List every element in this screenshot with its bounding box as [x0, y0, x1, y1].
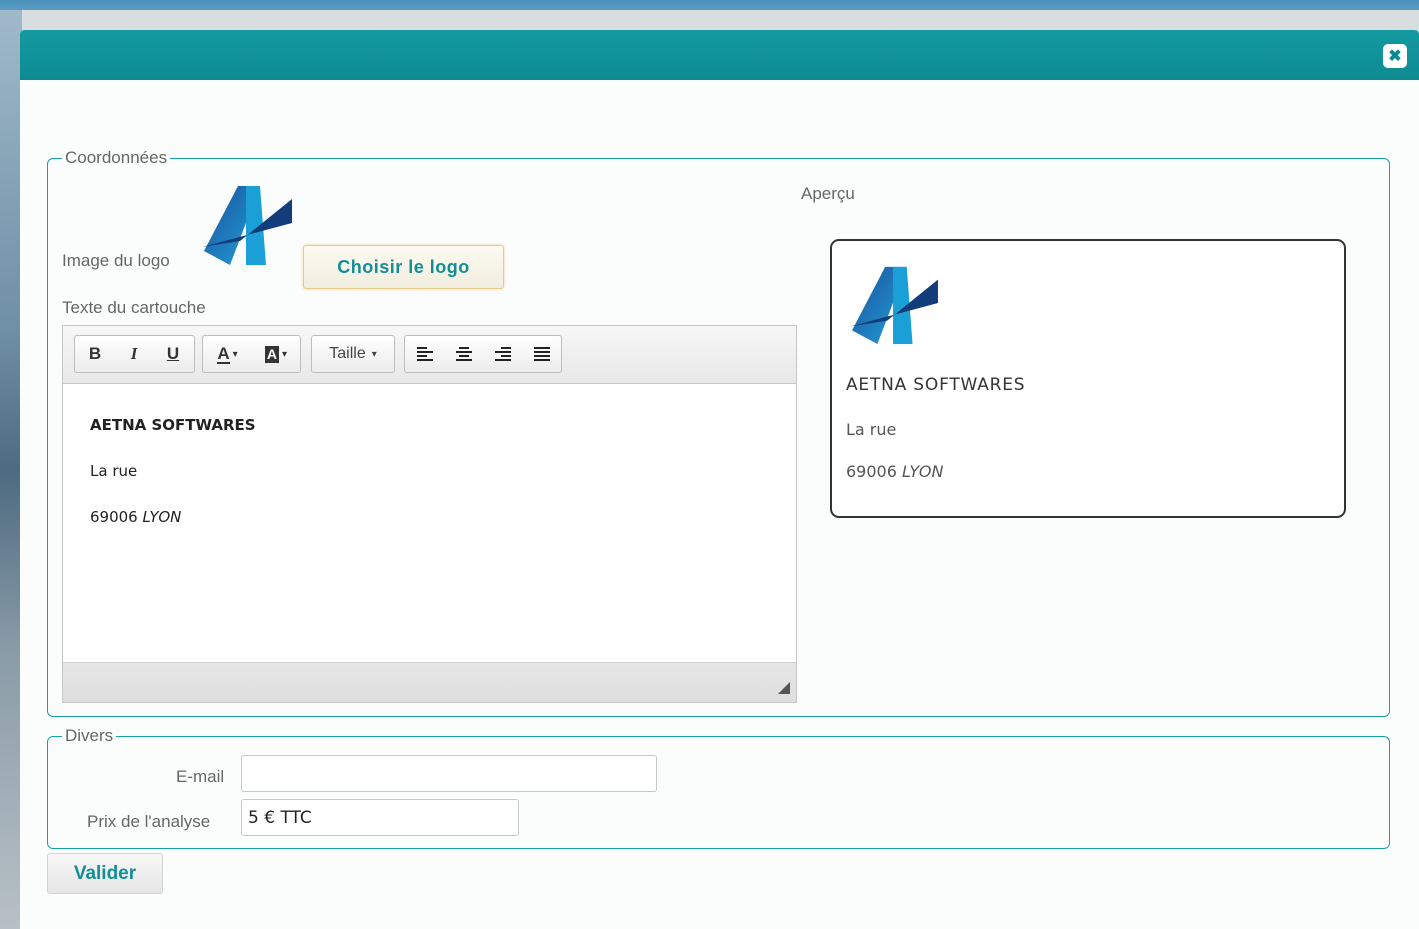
rich-text-editor: B I U A ▾ A ▾ Taille ▾ AETNA SOFTWARES L…: [62, 325, 797, 703]
format-group: B I U: [74, 335, 195, 373]
font-color-button[interactable]: A ▾: [203, 336, 252, 372]
align-justify-icon[interactable]: [522, 336, 561, 372]
background-strip: [0, 10, 22, 929]
bg-color-button[interactable]: A ▾: [252, 336, 300, 372]
email-label: E-mail: [176, 767, 225, 786]
close-icon[interactable]: ✖: [1383, 44, 1407, 68]
size-group: Taille ▾: [311, 335, 395, 373]
preview-company: AETNA SOFTWARES: [846, 375, 1026, 395]
apercu-label: Aperçu: [801, 184, 855, 203]
logo-label: Image du logo: [62, 251, 170, 270]
preview-address: 69006 LYON: [846, 462, 943, 481]
preview-postcode: 69006: [846, 462, 897, 481]
preview-card: AETNA SOFTWARES La rue 69006 LYON: [830, 239, 1346, 518]
preview-city: LYON: [902, 462, 944, 481]
chevron-down-icon: ▾: [232, 348, 238, 360]
editor-city: LYON: [142, 508, 182, 526]
modal-dialog: ✖ Coordonnées Image du logo Choisir le l…: [20, 30, 1419, 929]
font-size-label: Taille: [329, 345, 366, 362]
align-center-icon[interactable]: [444, 336, 483, 372]
cartouche-label: Texte du cartouche: [62, 298, 206, 317]
editor-company: AETNA SOFTWARES: [90, 416, 256, 434]
email-field[interactable]: [241, 755, 657, 792]
aetna-logo-icon: [202, 186, 292, 265]
bg-color-icon: A: [264, 345, 280, 363]
editor-postcode: 69006: [90, 508, 138, 526]
chevron-down-icon: ▾: [371, 348, 377, 360]
divers-legend: Divers: [62, 726, 117, 746]
font-color-icon: A: [217, 343, 230, 364]
preview-street: La rue: [846, 420, 897, 439]
price-field[interactable]: [241, 799, 519, 836]
italic-button[interactable]: I: [115, 336, 153, 372]
editor-content-area[interactable]: AETNA SOFTWARES La rue 69006 LYON: [63, 384, 796, 662]
font-size-dropdown[interactable]: Taille ▾: [312, 336, 394, 372]
editor-address: 69006 LYON: [90, 506, 769, 528]
coordonnees-legend: Coordonnées: [62, 148, 171, 168]
chevron-down-icon: ▾: [282, 348, 288, 360]
align-right-icon[interactable]: [483, 336, 522, 372]
editor-street: La rue: [90, 462, 138, 480]
choose-logo-button[interactable]: Choisir le logo: [303, 245, 504, 289]
align-left-icon[interactable]: [405, 336, 444, 372]
align-group: [404, 335, 562, 373]
editor-toolbar: B I U A ▾ A ▾ Taille ▾: [63, 326, 796, 384]
color-group: A ▾ A ▾: [202, 335, 301, 373]
editor-statusbar: [63, 662, 796, 702]
aetna-logo-icon: [850, 266, 938, 345]
underline-button[interactable]: U: [153, 336, 193, 372]
submit-button[interactable]: Valider: [47, 853, 163, 894]
bold-button[interactable]: B: [75, 336, 115, 372]
price-label: Prix de l'analyse: [87, 812, 211, 831]
resize-handle-icon[interactable]: [778, 682, 790, 694]
modal-body: Coordonnées Image du logo Choisir le log…: [20, 80, 1419, 929]
modal-header: ✖: [20, 30, 1419, 80]
